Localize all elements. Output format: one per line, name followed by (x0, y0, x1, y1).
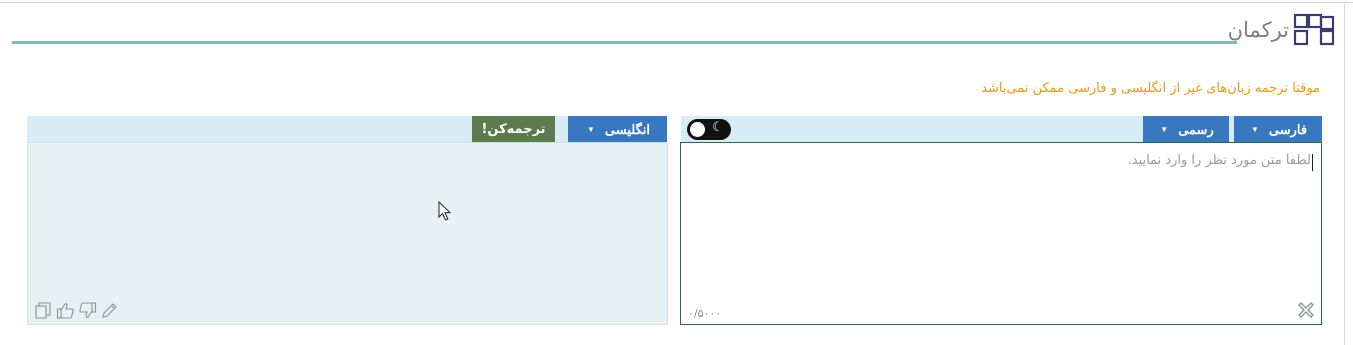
right-border (1344, 2, 1345, 345)
formality-label: رسمی (1178, 121, 1214, 137)
character-counter: ۰/۵۰۰۰ (688, 307, 722, 320)
translate-button[interactable]: ترجمه‌کن! (472, 116, 555, 142)
translate-logo-icon (1293, 13, 1335, 46)
translation-output-area (27, 142, 668, 325)
theme-toggle[interactable]: ☾ (687, 119, 731, 140)
brand-name: ترکمان (1227, 18, 1289, 42)
source-text-input[interactable] (689, 149, 1311, 293)
target-language-select[interactable]: انگلیسی ▼ (568, 116, 667, 143)
copy-icon[interactable] (34, 301, 53, 320)
source-text-area: ۰/۵۰۰۰ (680, 142, 1322, 325)
mouse-pointer-icon (438, 201, 452, 221)
header-divider (12, 41, 1237, 44)
edit-icon[interactable] (100, 301, 119, 320)
chevron-down-icon: ▼ (1250, 125, 1259, 134)
brand[interactable]: ترکمان (1228, 12, 1335, 48)
chevron-down-icon: ▼ (1160, 125, 1169, 134)
thumbs-up-icon[interactable] (56, 301, 75, 320)
target-language-label: انگلیسی (604, 121, 650, 137)
text-caret (1312, 154, 1313, 171)
moon-icon: ☾ (712, 120, 724, 135)
notice-message: موقتا ترجمه زبان‌های غیر از انگلیسی و فا… (981, 81, 1320, 96)
toggle-knob (690, 122, 705, 137)
thumbs-down-icon[interactable] (78, 301, 97, 320)
source-language-select[interactable]: فارسی ▼ (1234, 116, 1322, 143)
output-tools (34, 301, 119, 320)
formality-select[interactable]: رسمی ▼ (1143, 116, 1229, 143)
close-icon[interactable] (1297, 301, 1315, 319)
top-border (0, 2, 1353, 3)
source-language-label: فارسی (1268, 121, 1308, 137)
chevron-down-icon: ▼ (587, 125, 595, 134)
